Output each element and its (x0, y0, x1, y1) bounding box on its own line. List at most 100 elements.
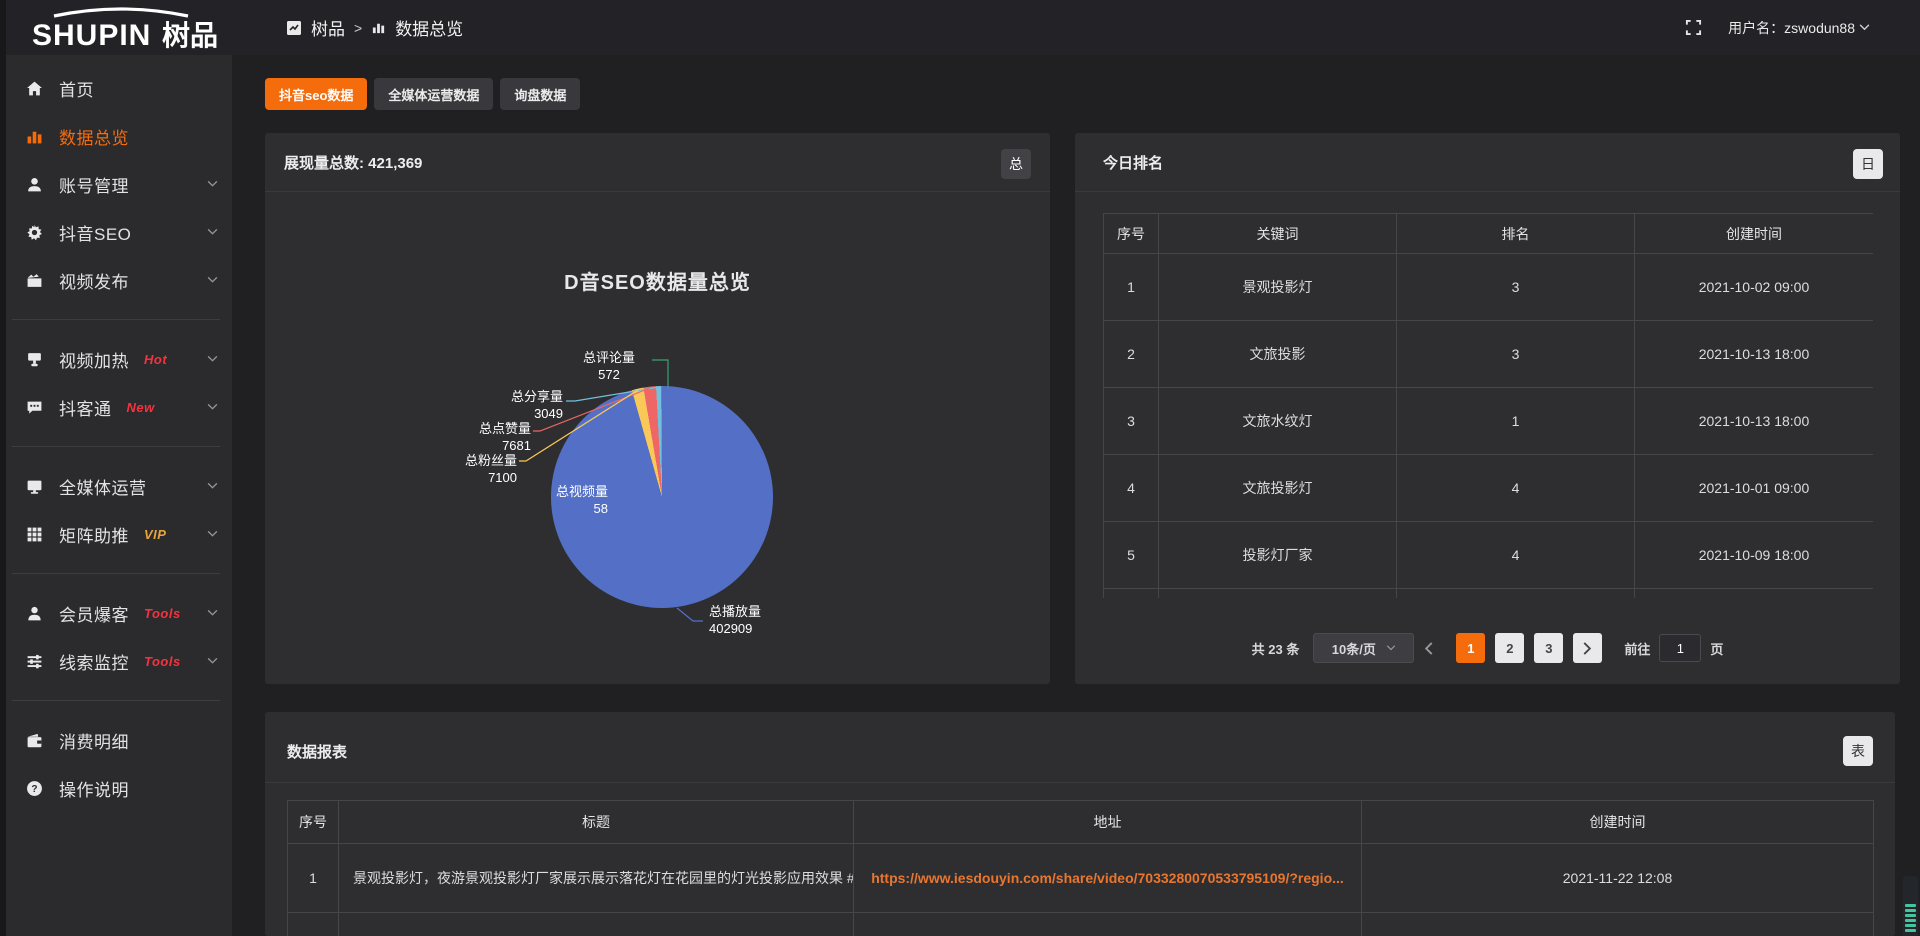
table-row[interactable]: 5投影灯厂家 42021-10-09 18:00 (1104, 522, 1874, 589)
user-menu[interactable]: 用户名：zswodun88 (1728, 18, 1870, 38)
question-circle-icon: ? (25, 779, 43, 797)
sidebar-item-douyin-seo[interactable]: 抖音SEO (0, 208, 232, 256)
ranking-table: 序号 关键词 排名 创建时间 1景观投影灯 32021-10-02 09:00 … (1103, 213, 1873, 598)
col-index: 序号 (288, 801, 339, 844)
report-panel-title: 数据报表 (287, 741, 347, 762)
video-link[interactable]: https://www.iesdouyin.com/share/video/70… (871, 870, 1344, 886)
table-row[interactable]: 4文旅投影灯 42021-10-01 09:00 (1104, 455, 1874, 522)
today-ranking-panel: 今日排名 日 序号 关键词 排名 创建时间 1景观投影灯 32021-10-02… (1075, 133, 1900, 684)
chevron-down-icon (207, 483, 218, 490)
chevron-down-icon (207, 181, 218, 188)
tab-allmedia-data[interactable]: 全媒体运营数据 (374, 78, 493, 110)
total-view-chip[interactable]: 总 (1001, 149, 1031, 179)
page-size-select[interactable]: 10条/页 (1313, 633, 1414, 663)
sidebar-item-matrix-boost[interactable]: 矩阵助推 VIP (0, 510, 232, 558)
chevron-down-icon (1859, 24, 1870, 31)
floating-service-widget[interactable] (1903, 876, 1918, 936)
svg-text:?: ? (31, 784, 37, 795)
sidebar-item-member-burst[interactable]: 会员爆客 Tools (0, 589, 232, 637)
sidebar-item-home[interactable]: 首页 (0, 64, 232, 112)
sliders-icon (25, 652, 43, 670)
sidebar-item-account[interactable]: 账号管理 (0, 160, 232, 208)
chevron-down-icon (207, 229, 218, 236)
trend-box-icon (286, 20, 302, 36)
divider (1075, 191, 1900, 192)
table-row[interactable]: 1景观投影灯 32021-10-02 09:00 (1104, 254, 1874, 321)
sidebar-item-label: 全媒体运营 (59, 474, 147, 499)
chat-icon (25, 398, 43, 416)
monitor-icon (25, 477, 43, 495)
fullscreen-icon[interactable] (1685, 19, 1702, 36)
breadcrumb-separator: > (354, 20, 362, 36)
sidebar-nav: 首页 数据总览 账号管理 抖音SEO 视频发布 视频加热 Hot (0, 55, 232, 936)
sidebar-item-video-heat[interactable]: 视频加热 Hot (0, 335, 232, 383)
sidebar-item-lead-monitor[interactable]: 线索监控 Tools (0, 637, 232, 685)
next-page-button[interactable] (1573, 633, 1602, 663)
goto-page-input[interactable] (1659, 634, 1701, 662)
pie-label-shares: 总分享量3049 (265, 389, 563, 423)
page-button-3[interactable]: 3 (1534, 633, 1563, 663)
pie-chart: D音SEO数据量总览 总评论量572 总分享量3049 总点赞量7681 总粉丝… (265, 192, 1050, 684)
hot-badge: Hot (144, 352, 167, 367)
sidebar-item-spend-detail[interactable]: 消费明细 (0, 716, 232, 764)
table-row[interactable]: 1 景观投影灯，夜游景观投影灯厂家展示展示落花灯在花园里的灯光投影应用效果 # … (288, 844, 1874, 913)
sidebar-item-data-overview[interactable]: 数据总览 (0, 112, 232, 160)
tools-badge: Tools (144, 606, 181, 621)
chart-title: D音SEO数据量总览 (265, 266, 1050, 295)
page-button-2[interactable]: 2 (1495, 633, 1524, 663)
col-keyword: 关键词 (1159, 214, 1397, 254)
tools-badge: Tools (144, 654, 181, 669)
chevron-down-icon (207, 658, 218, 665)
main-content: 抖音seo数据 全媒体运营数据 询盘数据 展现量总数: 421,369 总 D音… (232, 55, 1920, 936)
table-view-chip[interactable]: 表 (1843, 736, 1873, 766)
sidebar-divider (12, 573, 220, 574)
sidebar-item-label: 线索监控 (59, 649, 129, 674)
table-header-row: 序号 关键词 排名 创建时间 (1104, 214, 1874, 254)
col-index: 序号 (1104, 214, 1159, 254)
video-publish-icon (25, 271, 43, 289)
prev-page-button[interactable] (1424, 642, 1446, 655)
sidebar-item-douketong[interactable]: 抖客通 New (0, 383, 232, 431)
sidebar-item-video-publish[interactable]: 视频发布 (0, 256, 232, 304)
tab-douyin-seo-data[interactable]: 抖音seo数据 (265, 78, 367, 110)
chevron-down-icon (207, 610, 218, 617)
top-header: SHUPIN 树品 树品 > 数据总览 用户名：zswodun88 (0, 0, 1920, 55)
sidebar-item-all-media[interactable]: 全媒体运营 (0, 462, 232, 510)
day-view-chip[interactable]: 日 (1853, 149, 1883, 179)
breadcrumb-root[interactable]: 树品 (311, 15, 345, 40)
report-title-cell: 景观投影灯，夜游景观投影灯厂家展示展示落花灯在花园里的灯光投影应用效果 # (339, 844, 854, 913)
col-created: 创建时间 (1635, 214, 1874, 254)
sidebar-divider (12, 319, 220, 320)
breadcrumb: 树品 > 数据总览 (286, 0, 463, 55)
chevron-down-icon (207, 404, 218, 411)
sidebar-item-label: 首页 (59, 76, 94, 101)
chevron-right-icon (1583, 642, 1592, 655)
breadcrumb-current: 数据总览 (395, 15, 463, 40)
window-edge (0, 0, 6, 936)
page-button-1[interactable]: 1 (1456, 633, 1485, 663)
logo-text-cn: 树品 (162, 20, 218, 51)
col-title: 标题 (339, 801, 854, 844)
sidebar-item-label: 账号管理 (59, 172, 129, 197)
sidebar-item-label: 数据总览 (59, 124, 129, 149)
table-row[interactable]: 3文旅水纹灯 12021-10-13 18:00 (1104, 388, 1874, 455)
bar-chart-icon (25, 127, 43, 145)
sidebar-item-label: 操作说明 (59, 776, 129, 801)
app-logo[interactable]: SHUPIN 树品 (26, 4, 241, 52)
goto-suffix: 页 (1710, 639, 1723, 658)
col-created: 创建时间 (1362, 801, 1874, 844)
seo-overview-panel: 展现量总数: 421,369 总 D音SEO数据量总览 总评论量572 总分享量… (265, 133, 1050, 684)
grid-icon (25, 525, 43, 543)
table-row[interactable]: 2文旅投影 32021-10-13 18:00 (1104, 321, 1874, 388)
member-icon (25, 604, 43, 622)
heat-icon (25, 350, 43, 368)
pie-label-comments: 总评论量572 (571, 350, 647, 384)
table-row-clipped (288, 913, 1874, 936)
chevron-down-icon (1386, 645, 1396, 651)
sidebar-item-label: 抖客通 (59, 395, 112, 420)
goto-label: 前往 (1624, 639, 1650, 658)
new-badge: New (127, 400, 155, 415)
sidebar-item-help[interactable]: ? 操作说明 (0, 764, 232, 812)
tab-inquiry-data[interactable]: 询盘数据 (500, 78, 580, 110)
sidebar-item-label: 视频加热 (59, 347, 129, 372)
